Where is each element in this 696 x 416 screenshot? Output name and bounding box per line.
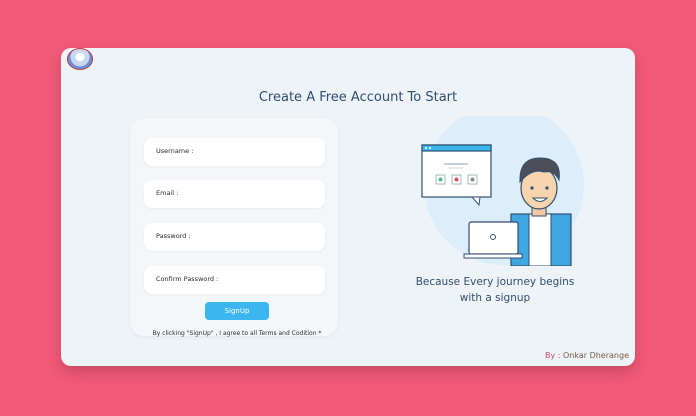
credit-name: Onkar Dherange bbox=[562, 351, 629, 360]
email-label: Email : bbox=[156, 189, 179, 197]
tagline-line-1: Because Every journey begins bbox=[415, 276, 575, 288]
signup-card: Create A Free Account To Start Username … bbox=[61, 48, 635, 366]
signup-form: Username : Email : Password : Confirm Pa… bbox=[130, 118, 338, 337]
tagline: Because Every journey begins with a sign… bbox=[393, 274, 597, 306]
password-input[interactable] bbox=[214, 229, 318, 247]
email-field[interactable]: Email : bbox=[144, 180, 325, 208]
signup-illustration bbox=[421, 116, 584, 266]
password-label: Password : bbox=[156, 232, 191, 240]
username-input[interactable] bbox=[214, 144, 318, 162]
password-field[interactable]: Password : bbox=[144, 223, 325, 251]
confirm-password-field[interactable]: Confirm Password : bbox=[144, 266, 325, 294]
logo-icon bbox=[67, 48, 93, 70]
confirm-password-input[interactable] bbox=[214, 272, 318, 290]
browser-window-icon bbox=[421, 144, 492, 207]
email-input[interactable] bbox=[214, 186, 318, 204]
username-field[interactable]: Username : bbox=[144, 138, 325, 166]
terms-text: By clicking "SignUp" , I agree to all Te… bbox=[152, 330, 322, 337]
laptop-icon bbox=[463, 221, 523, 259]
confirm-password-label: Confirm Password : bbox=[156, 275, 219, 283]
credit-prefix: By : bbox=[544, 351, 563, 360]
author-credit: By : Onkar Dherange bbox=[545, 351, 629, 360]
page-title: Create A Free Account To Start bbox=[258, 90, 458, 105]
tagline-line-2: with a signup bbox=[459, 292, 531, 304]
signup-button[interactable]: SignUp bbox=[205, 302, 269, 320]
username-label: Username : bbox=[156, 147, 194, 155]
